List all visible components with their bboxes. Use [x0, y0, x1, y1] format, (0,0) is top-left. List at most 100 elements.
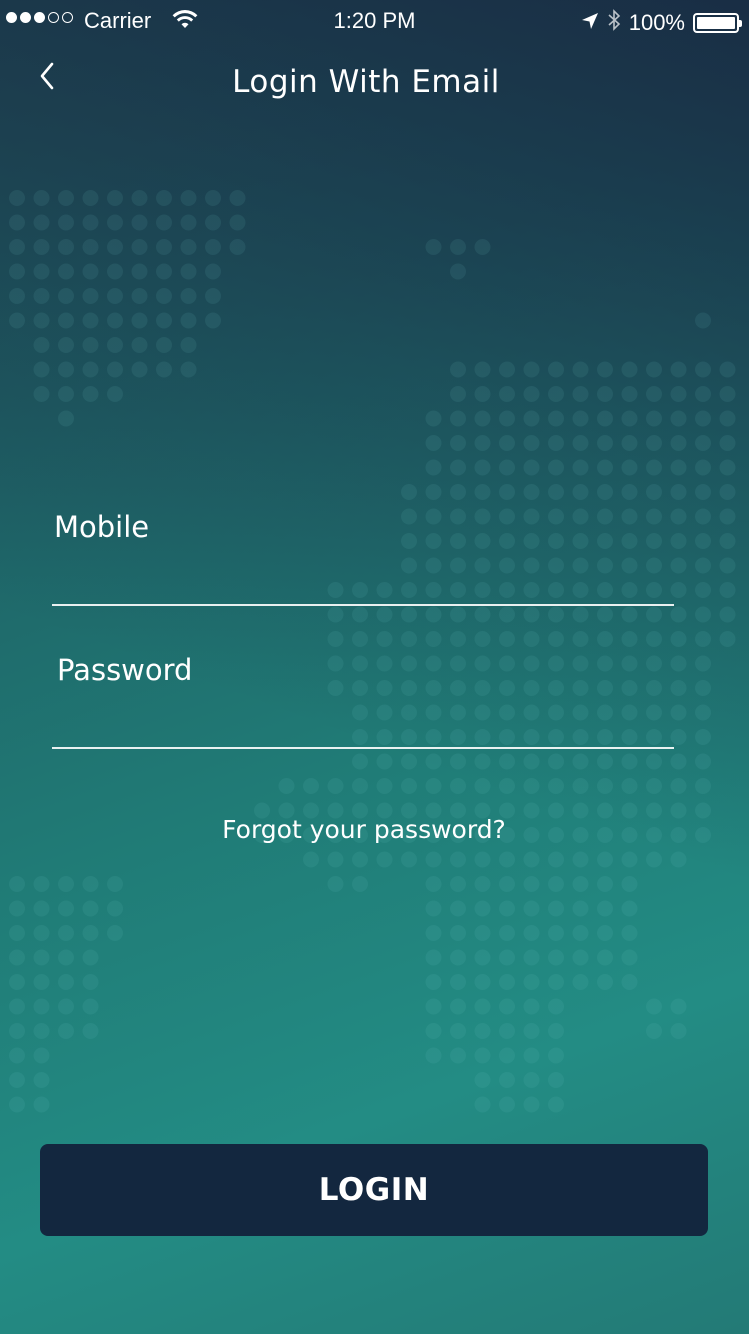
map-dot	[474, 1072, 491, 1088]
map-dot	[523, 484, 540, 500]
map-dot	[695, 557, 711, 574]
map-dot	[352, 631, 368, 647]
map-dot	[450, 459, 466, 476]
map-dot	[327, 851, 344, 868]
map-dot	[719, 533, 736, 549]
map-dot	[425, 778, 442, 794]
map-dot	[572, 484, 589, 500]
map-dot	[450, 435, 466, 451]
map-dot	[499, 1023, 515, 1039]
map-dot	[646, 778, 662, 794]
map-dot	[474, 998, 491, 1015]
map-dot	[131, 263, 148, 280]
map-dot	[450, 386, 466, 402]
map-dot	[646, 435, 662, 451]
map-dot	[719, 410, 736, 427]
map-dot	[597, 631, 613, 647]
map-dot	[670, 459, 687, 476]
map-dot	[107, 190, 123, 206]
map-dot	[572, 435, 589, 451]
map-dot	[523, 949, 540, 966]
map-dot	[205, 239, 221, 255]
map-dot	[523, 1047, 540, 1064]
login-button[interactable]: LOGIN	[40, 1144, 708, 1236]
map-dot	[597, 410, 613, 427]
map-dot	[548, 925, 564, 941]
map-dot	[499, 631, 515, 647]
map-dot	[548, 459, 564, 476]
map-dot	[401, 606, 417, 623]
map-dot	[9, 925, 25, 941]
map-dot	[474, 1023, 491, 1039]
map-dot	[695, 361, 711, 378]
map-dot	[597, 974, 613, 990]
map-dot	[474, 1047, 491, 1064]
map-dot	[278, 778, 295, 794]
map-dot	[621, 631, 638, 647]
map-dot	[572, 974, 589, 990]
map-dot	[450, 1023, 466, 1039]
map-dot	[82, 974, 99, 990]
map-dot	[523, 753, 540, 770]
map-dot	[695, 459, 711, 476]
map-dot	[499, 606, 515, 623]
location-arrow-icon	[581, 10, 599, 36]
password-field: Password	[52, 653, 674, 751]
map-dot	[548, 998, 564, 1015]
map-dot	[646, 410, 662, 427]
map-dot	[523, 435, 540, 451]
map-dot	[425, 949, 442, 966]
map-dot	[327, 778, 344, 794]
map-dot	[33, 1072, 50, 1088]
status-bar: Carrier 1:20 PM 100%	[0, 0, 749, 40]
map-dot	[670, 361, 687, 378]
map-dot	[572, 851, 589, 868]
map-dot	[107, 337, 123, 353]
map-dot	[180, 312, 197, 329]
map-dot	[646, 386, 662, 402]
map-dot	[82, 312, 99, 329]
map-dot	[107, 312, 123, 329]
map-dot	[646, 851, 662, 868]
map-dot	[450, 876, 466, 892]
map-dot	[499, 900, 515, 917]
map-dot	[58, 876, 74, 892]
map-dot	[548, 386, 564, 402]
map-dot	[523, 876, 540, 892]
map-dot	[523, 459, 540, 476]
map-dot	[548, 974, 564, 990]
map-dot	[695, 582, 711, 598]
map-dot	[646, 459, 662, 476]
login-screen: Carrier 1:20 PM 100% Login With Email Mo…	[0, 0, 749, 1334]
password-input[interactable]	[52, 703, 674, 749]
map-dot	[425, 998, 442, 1015]
map-dot	[180, 288, 197, 304]
map-dot	[450, 410, 466, 427]
map-dot	[621, 949, 638, 966]
map-dot	[205, 288, 221, 304]
map-dot	[695, 386, 711, 402]
map-dot	[695, 508, 711, 525]
map-dot	[597, 386, 613, 402]
map-dot	[646, 361, 662, 378]
forgot-password-link[interactable]: Forgot your password?	[0, 815, 728, 844]
map-dot	[597, 876, 613, 892]
map-dot	[474, 778, 491, 794]
map-dot	[572, 753, 589, 770]
map-dot	[33, 974, 50, 990]
map-dot	[695, 484, 711, 500]
battery-icon	[693, 13, 742, 33]
map-dot	[425, 1023, 442, 1039]
mobile-input[interactable]	[52, 560, 674, 606]
map-dot	[303, 851, 319, 868]
map-dot	[82, 386, 99, 402]
map-dot	[156, 263, 172, 280]
map-dot	[474, 606, 491, 623]
map-dot	[523, 606, 540, 623]
map-dot	[327, 876, 344, 892]
map-dot	[695, 729, 711, 745]
map-dot	[33, 998, 50, 1015]
map-dot	[597, 851, 613, 868]
map-dot	[597, 484, 613, 500]
map-dot	[548, 1047, 564, 1064]
